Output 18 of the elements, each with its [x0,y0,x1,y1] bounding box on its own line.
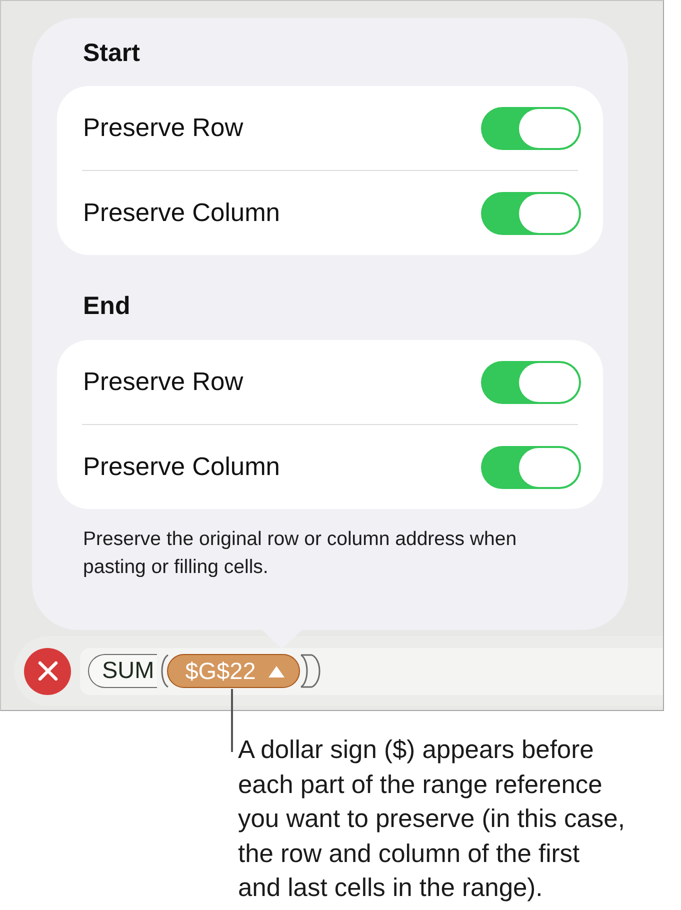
toggle-switch[interactable] [481,446,581,488]
callout-text: A dollar sign ($) appears before each part of the range reference you want to preserve (in this case, the row and column of the first and last cells in the range). [238,735,626,904]
toggle-switch[interactable] [481,192,581,234]
delete-button[interactable] [24,648,71,694]
formula-field[interactable]: SUM $G$22 [80,648,663,694]
section-heading: Start [82,38,141,68]
setting-label: Preserve Row [83,112,244,144]
leader-line [231,689,233,752]
setting-label: Preserve Column [83,452,280,483]
footnote-text: Preserve the original row or column address when pasting or filling cells. [82,527,518,580]
toggle-switch[interactable] [481,106,581,150]
close-icon [38,661,58,681]
section-heading: End [82,291,132,321]
setting-label: Preserve Row [83,366,244,398]
setting-label: Preserve Column [83,198,280,229]
toggle-switch[interactable] [481,360,581,404]
triangle-icon [268,664,285,678]
function-token[interactable]: SUM [88,654,158,688]
